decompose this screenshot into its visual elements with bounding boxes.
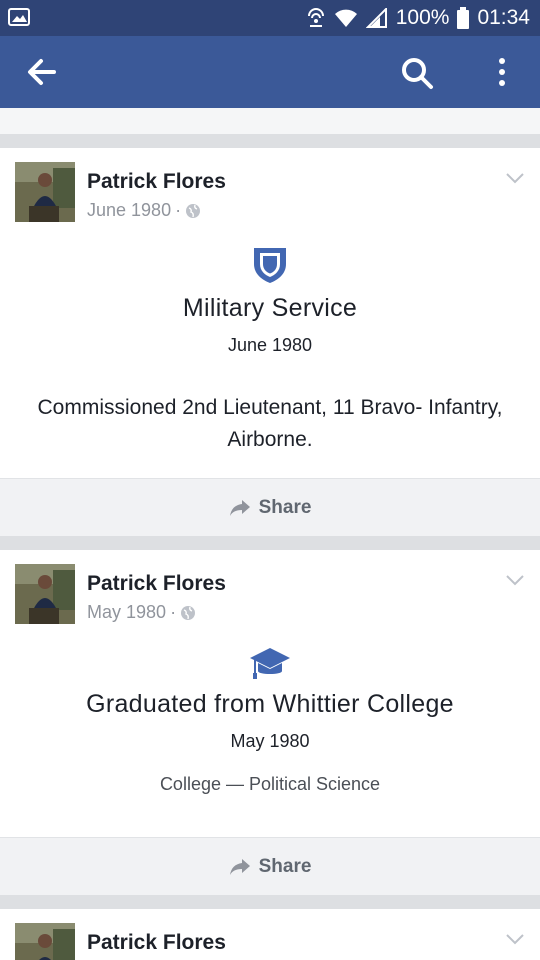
wifi-icon bbox=[334, 9, 357, 27]
back-button[interactable] bbox=[26, 58, 56, 86]
post-header: Patrick Flores May 1980 · bbox=[0, 550, 540, 646]
battery-percent: 100% bbox=[395, 6, 450, 29]
avatar[interactable] bbox=[15, 564, 75, 624]
chevron-down-icon[interactable] bbox=[506, 574, 524, 586]
globe-icon bbox=[181, 605, 196, 620]
post-meta: May 1980 · bbox=[87, 602, 196, 623]
globe-icon bbox=[186, 203, 201, 218]
post-meta: June 1980 · bbox=[87, 200, 201, 221]
post-header: Patrick Flores bbox=[0, 909, 540, 960]
share-label: Share bbox=[258, 496, 312, 518]
event-description: College — Political Science bbox=[159, 774, 381, 794]
post-date[interactable]: May 1980 bbox=[87, 602, 166, 623]
app-bar bbox=[0, 36, 540, 108]
event-date: May 1980 bbox=[230, 731, 310, 751]
share-button[interactable]: Share bbox=[0, 478, 540, 536]
event-title: Graduated from Whittier College bbox=[86, 690, 454, 718]
event-date: June 1980 bbox=[227, 335, 313, 355]
life-event-content: Graduated from Whittier College May 1980… bbox=[0, 646, 540, 837]
life-event-post: Patrick Flores June 1980 · Military Serv… bbox=[0, 148, 540, 536]
author-name[interactable]: Patrick Flores bbox=[87, 931, 226, 955]
battery-icon bbox=[457, 7, 470, 29]
search-button[interactable] bbox=[400, 56, 434, 90]
share-label: Share bbox=[258, 855, 312, 877]
more-vert-icon bbox=[499, 58, 505, 86]
graduation-cap-icon bbox=[250, 648, 290, 679]
signal-icon bbox=[365, 8, 387, 28]
chevron-down-icon[interactable] bbox=[506, 172, 524, 184]
life-event-post: Patrick Flores May 1980 · Graduated from bbox=[0, 550, 540, 895]
meta-separator: · bbox=[170, 602, 177, 622]
avatar[interactable] bbox=[15, 162, 75, 222]
post-date[interactable]: June 1980 bbox=[87, 200, 171, 221]
life-event-content: Military Service June 1980 Commissioned … bbox=[0, 244, 540, 478]
search-icon bbox=[402, 58, 433, 89]
more-options-button[interactable] bbox=[496, 56, 508, 90]
event-title: Military Service bbox=[182, 294, 358, 322]
event-description: Commissioned 2nd Lieutenant, 11 Bravo- I… bbox=[37, 396, 503, 451]
author-name[interactable]: Patrick Flores bbox=[87, 572, 226, 596]
life-event-post: Patrick Flores bbox=[0, 909, 540, 960]
meta-separator: · bbox=[175, 200, 182, 220]
post-header: Patrick Flores June 1980 · bbox=[0, 148, 540, 244]
shield-icon bbox=[254, 248, 286, 283]
share-arrow-icon bbox=[229, 858, 250, 875]
author-name[interactable]: Patrick Flores bbox=[87, 170, 226, 194]
clock: 01:34 bbox=[477, 6, 530, 29]
back-arrow-icon bbox=[28, 59, 56, 85]
avatar[interactable] bbox=[15, 923, 75, 960]
hotspot-icon bbox=[307, 8, 324, 27]
share-arrow-icon bbox=[229, 499, 250, 516]
share-button[interactable]: Share bbox=[0, 837, 540, 895]
image-icon bbox=[8, 8, 30, 26]
status-bar: 100% 01:34 bbox=[0, 0, 540, 36]
chevron-down-icon[interactable] bbox=[506, 933, 524, 945]
timeline-feed: Patrick Flores June 1980 · Military Serv… bbox=[0, 108, 540, 960]
